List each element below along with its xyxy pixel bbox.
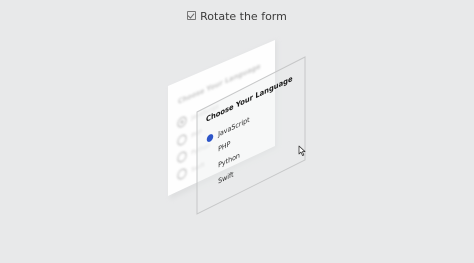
- rotated-form-stage: Choose Your Language JavaScript PHP Pyth…: [168, 40, 306, 215]
